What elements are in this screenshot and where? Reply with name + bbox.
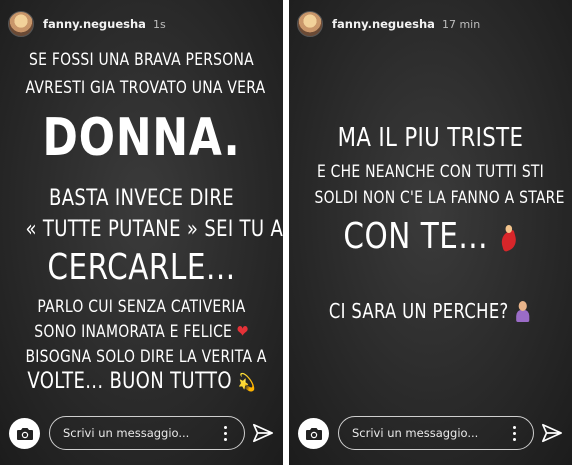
story-text-line: BISOGNA SOLO DIRE LA VERITA A <box>25 347 267 367</box>
person-shrugging-emoji-icon <box>514 300 532 322</box>
story-text-segment: CI SARA UN PERCHE? <box>328 299 509 323</box>
story-text-segment: SONO INAMORATA E FELICE <box>34 322 233 342</box>
story-timestamp: 17 min <box>441 17 481 31</box>
send-icon[interactable] <box>252 422 274 444</box>
message-input-placeholder: Scrivi un messaggio... <box>63 426 190 440</box>
story-panel-left[interactable]: fanny.neguesha 1s SE FOSSI UNA BRAVA PER… <box>0 0 283 465</box>
story-text-line-dizzy: VOLTE... BUON TUTTO 💫 <box>25 369 257 394</box>
story-text-segment: VOLTE... BUON TUTTO <box>27 369 232 394</box>
woman-dancing-emoji-icon <box>498 224 518 253</box>
more-vertical-icon[interactable] <box>505 423 523 443</box>
message-input[interactable]: Scrivi un messaggio... <box>338 416 534 450</box>
more-vertical-icon[interactable] <box>216 423 234 443</box>
story-text-segment: CON TE... <box>343 216 489 257</box>
story-text-line-heart: SONO INAMORATA E FELICE ❤ <box>25 322 257 342</box>
story-text-line: « TUTTE PUTANE » SEI TU A <box>25 217 283 242</box>
heart-emoji-icon: ❤ <box>236 322 249 342</box>
camera-icon <box>305 427 322 440</box>
story-header: fanny.neguesha 1s <box>8 8 275 40</box>
camera-button[interactable] <box>298 418 329 449</box>
avatar[interactable] <box>8 11 34 37</box>
story-text-headline: DONNA. <box>42 108 241 168</box>
reply-bar: Scrivi un messaggio... <box>289 409 572 465</box>
story-text-line-shrug: CI SARA UN PERCHE? <box>314 299 546 323</box>
message-input[interactable]: Scrivi un messaggio... <box>49 416 245 450</box>
story-text-line: BASTA INVECE DIRE <box>49 186 234 211</box>
story-text-line: SE FOSSI UNA BRAVA PERSONA <box>29 50 254 70</box>
camera-icon <box>16 427 33 440</box>
story-timestamp: 1s <box>152 17 166 31</box>
story-text-line: AVRESTI GIA TROVATO UNA VERA <box>25 78 266 98</box>
story-text-line-dancer: CON TE... <box>314 216 546 257</box>
story-text-line: PARLO CUI SENZA CATIVERIA <box>37 297 246 317</box>
story-text-line: E CHE NEANCHE CON TUTTI STI <box>316 162 545 182</box>
send-icon[interactable] <box>541 422 563 444</box>
username[interactable]: fanny.neguesha <box>332 17 435 31</box>
story-text-line: MA IL PIU TRISTE <box>337 123 524 153</box>
camera-button[interactable] <box>9 418 40 449</box>
avatar[interactable] <box>297 11 323 37</box>
story-panel-right[interactable]: fanny.neguesha 17 min MA IL PIU TRISTE E… <box>289 0 572 465</box>
story-header: fanny.neguesha 17 min <box>297 8 564 40</box>
message-input-placeholder: Scrivi un messaggio... <box>352 426 479 440</box>
dizzy-emoji-icon: 💫 <box>237 373 256 393</box>
story-text-line: SOLDI NON C'E LA FANNO A STARE <box>314 188 565 208</box>
story-text-line: CERCARLE... <box>47 247 236 288</box>
username[interactable]: fanny.neguesha <box>43 17 146 31</box>
reply-bar: Scrivi un messaggio... <box>0 409 283 465</box>
